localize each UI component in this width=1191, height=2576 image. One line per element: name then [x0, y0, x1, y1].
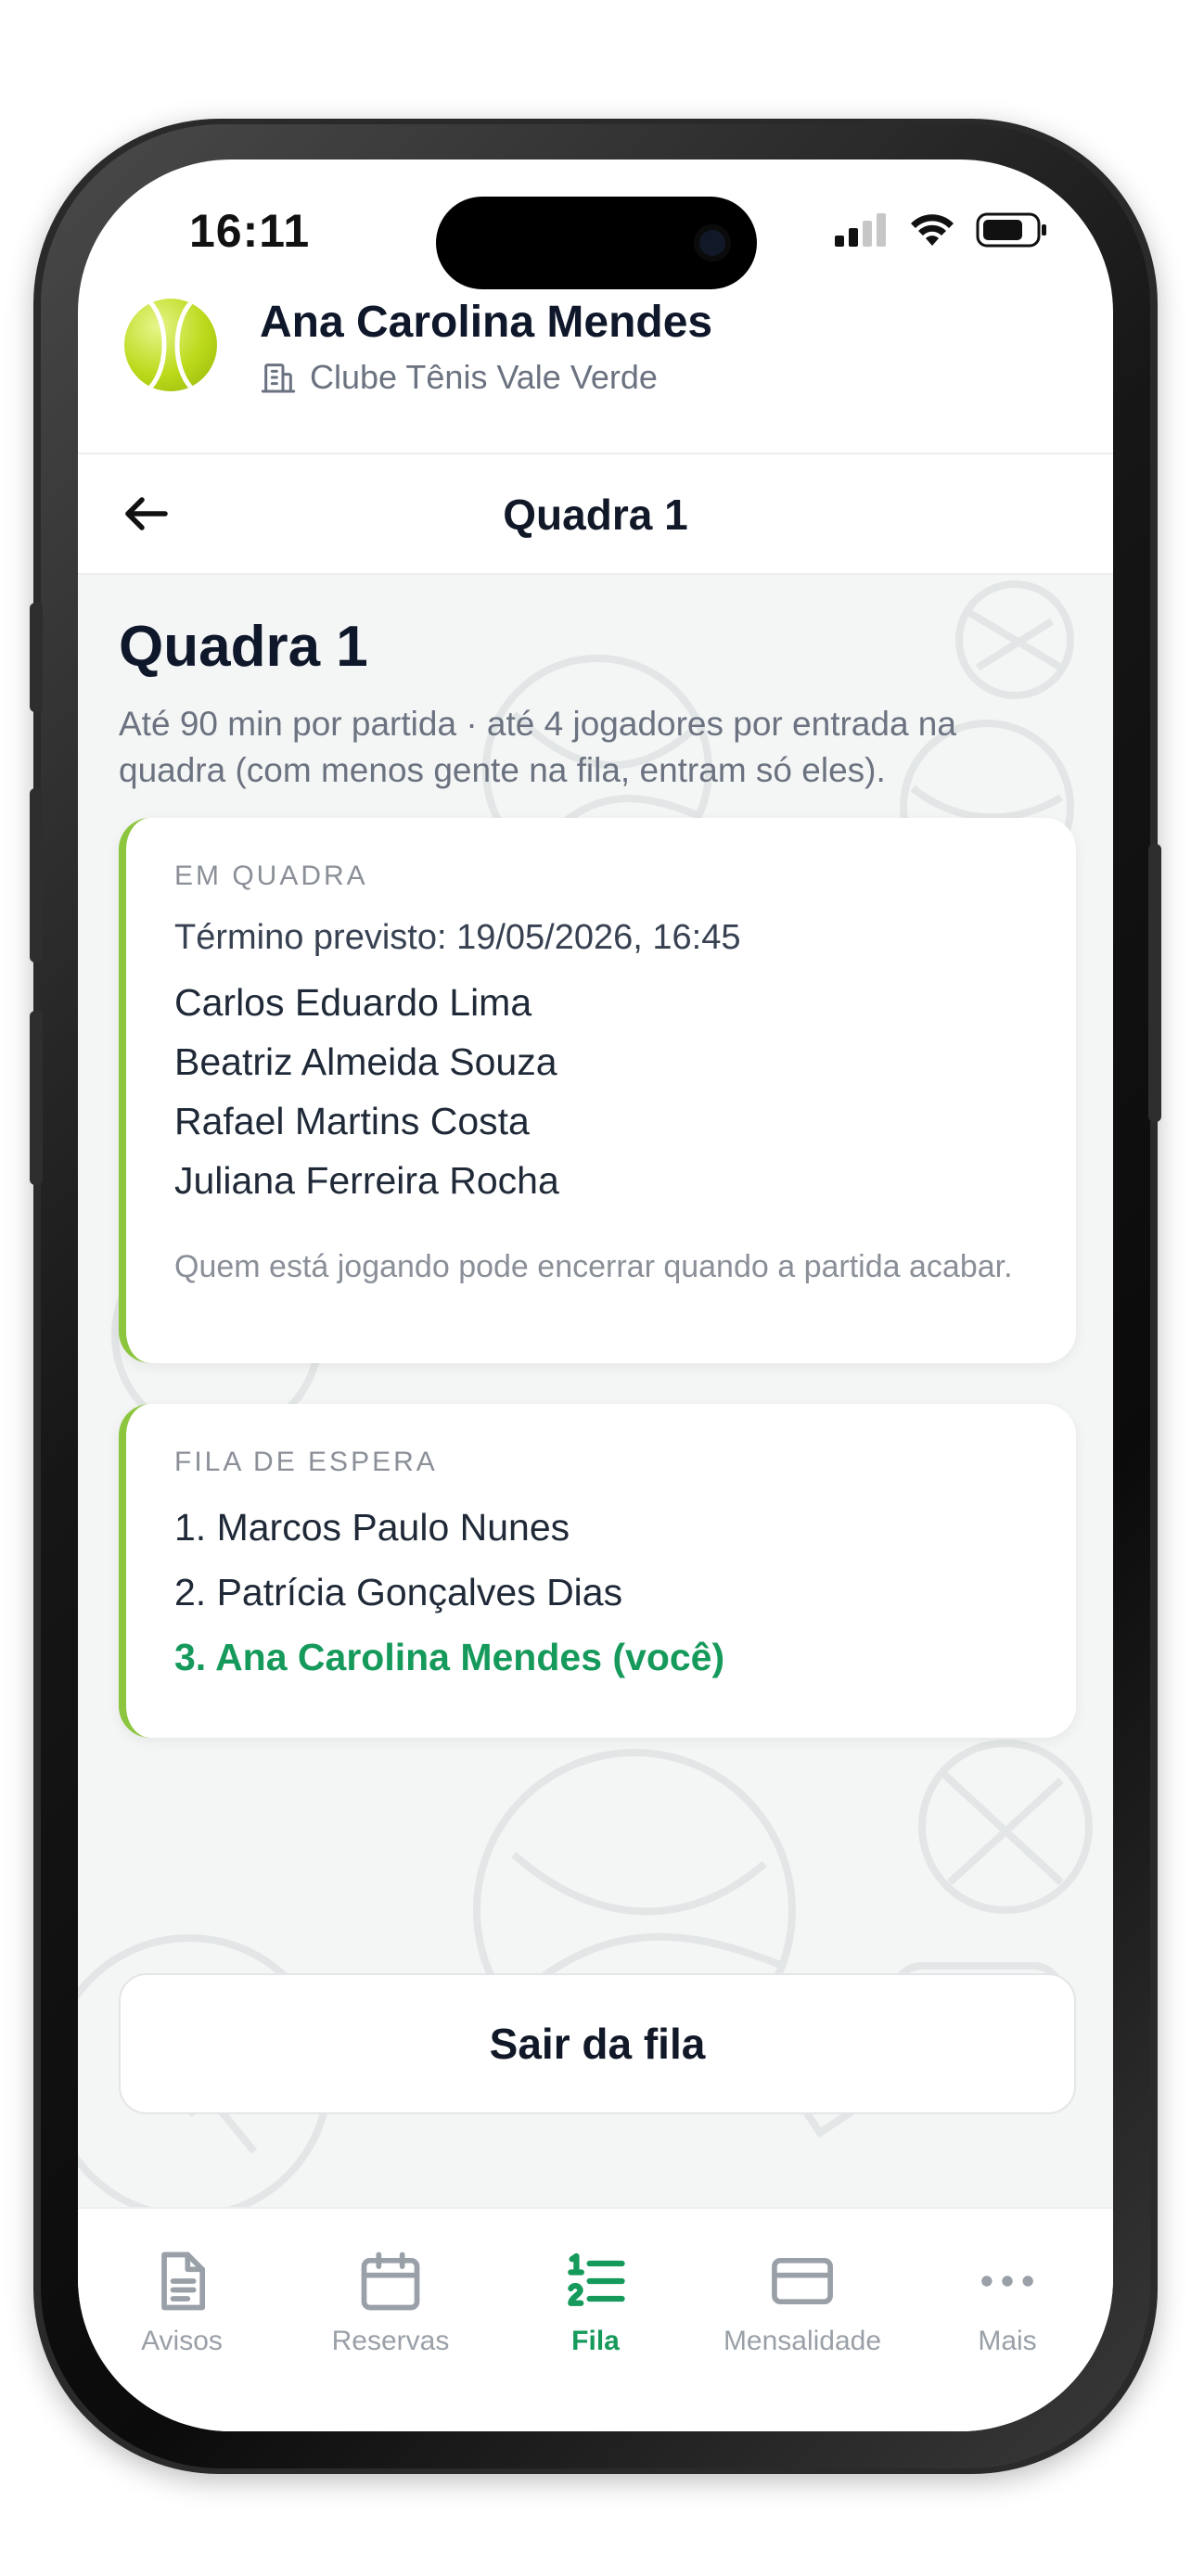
on-court-card: EM QUADRA Término previsto: 19/05/2026, … — [119, 818, 1076, 1363]
battery-icon — [976, 212, 1046, 248]
power-button — [1148, 844, 1161, 1122]
player-name: Rafael Martins Costa — [174, 1100, 530, 1142]
nav-bar: Quadra 1 — [78, 454, 1113, 573]
page-title: Quadra 1 — [119, 615, 368, 679]
tab-label: Avisos — [141, 2326, 223, 2356]
tab-avisos[interactable]: Avisos — [80, 2246, 284, 2357]
tennis-ball-avatar — [124, 299, 217, 391]
page-description: Até 90 min por partida · até 4 jogadores… — [119, 705, 956, 789]
action-button — [30, 603, 43, 712]
tab-fila[interactable]: Fila — [493, 2246, 698, 2357]
volume-down-button — [30, 1011, 43, 1185]
tab-label: Reservas — [331, 2326, 450, 2356]
tab-mensalidade[interactable]: Mensalidade — [700, 2246, 904, 2357]
queue-item: 2. Patrícia Gonçalves Dias — [174, 1571, 623, 1613]
numbered-list-icon — [568, 2252, 625, 2306]
player-name: Carlos Eduardo Lima — [174, 981, 532, 1024]
document-icon — [161, 2251, 206, 2311]
dynamic-island — [436, 197, 757, 289]
nav-title: Quadra 1 — [503, 491, 688, 539]
queue-item: 1. Marcos Paulo Nunes — [174, 1506, 570, 1549]
building-icon — [261, 363, 296, 393]
leave-queue-button[interactable]: Sair da fila — [119, 1973, 1076, 2114]
status-time: 16:11 — [189, 205, 311, 257]
profile-header: Ana Carolina Mendes Clube Tênis Vale Ver… — [78, 298, 1113, 428]
tab-bar: Avisos Reservas Fila Mensalidade Mais — [78, 2207, 1113, 2431]
status-icons — [835, 211, 1048, 249]
camera-icon — [694, 224, 731, 261]
signal-icon — [835, 213, 886, 247]
wifi-icon — [911, 214, 954, 246]
queue-card: FILA DE ESPERA 1. Marcos Paulo Nunes 2. … — [119, 1404, 1076, 1738]
tab-label: Fila — [571, 2326, 620, 2356]
club-row: Clube Tênis Vale Verde — [260, 358, 658, 397]
card-icon — [772, 2257, 833, 2305]
tab-reservas[interactable]: Reservas — [288, 2246, 493, 2357]
app-screen: 16:11 Ana Carolina Mendes Clube Tênis Va… — [78, 159, 1113, 2431]
on-court-label: EM QUADRA — [174, 861, 368, 891]
main-content: Quadra 1 Até 90 min por partida · até 4 … — [78, 575, 1113, 2207]
tennis-ball-icon — [148, 300, 193, 389]
on-court-note: Quem está jogando pode encerrar quando a… — [174, 1249, 1013, 1284]
calendar-icon — [361, 2251, 420, 2311]
more-icon — [981, 2276, 1033, 2287]
volume-up-button — [30, 788, 43, 963]
tab-mais[interactable]: Mais — [905, 2246, 1109, 2357]
queue-label: FILA DE ESPERA — [174, 1447, 438, 1477]
player-name: Juliana Ferreira Rocha — [174, 1159, 559, 1202]
user-name: Ana Carolina Mendes — [260, 298, 713, 347]
player-name: Beatriz Almeida Souza — [174, 1040, 557, 1083]
expected-end-time: Término previsto: 19/05/2026, 16:45 — [174, 918, 741, 957]
club-name: Clube Tênis Vale Verde — [310, 358, 658, 396]
tab-label: Mensalidade — [723, 2326, 882, 2356]
tab-label: Mais — [978, 2326, 1037, 2356]
queue-item-current-user: 3. Ana Carolina Mendes (você) — [174, 1636, 725, 1678]
